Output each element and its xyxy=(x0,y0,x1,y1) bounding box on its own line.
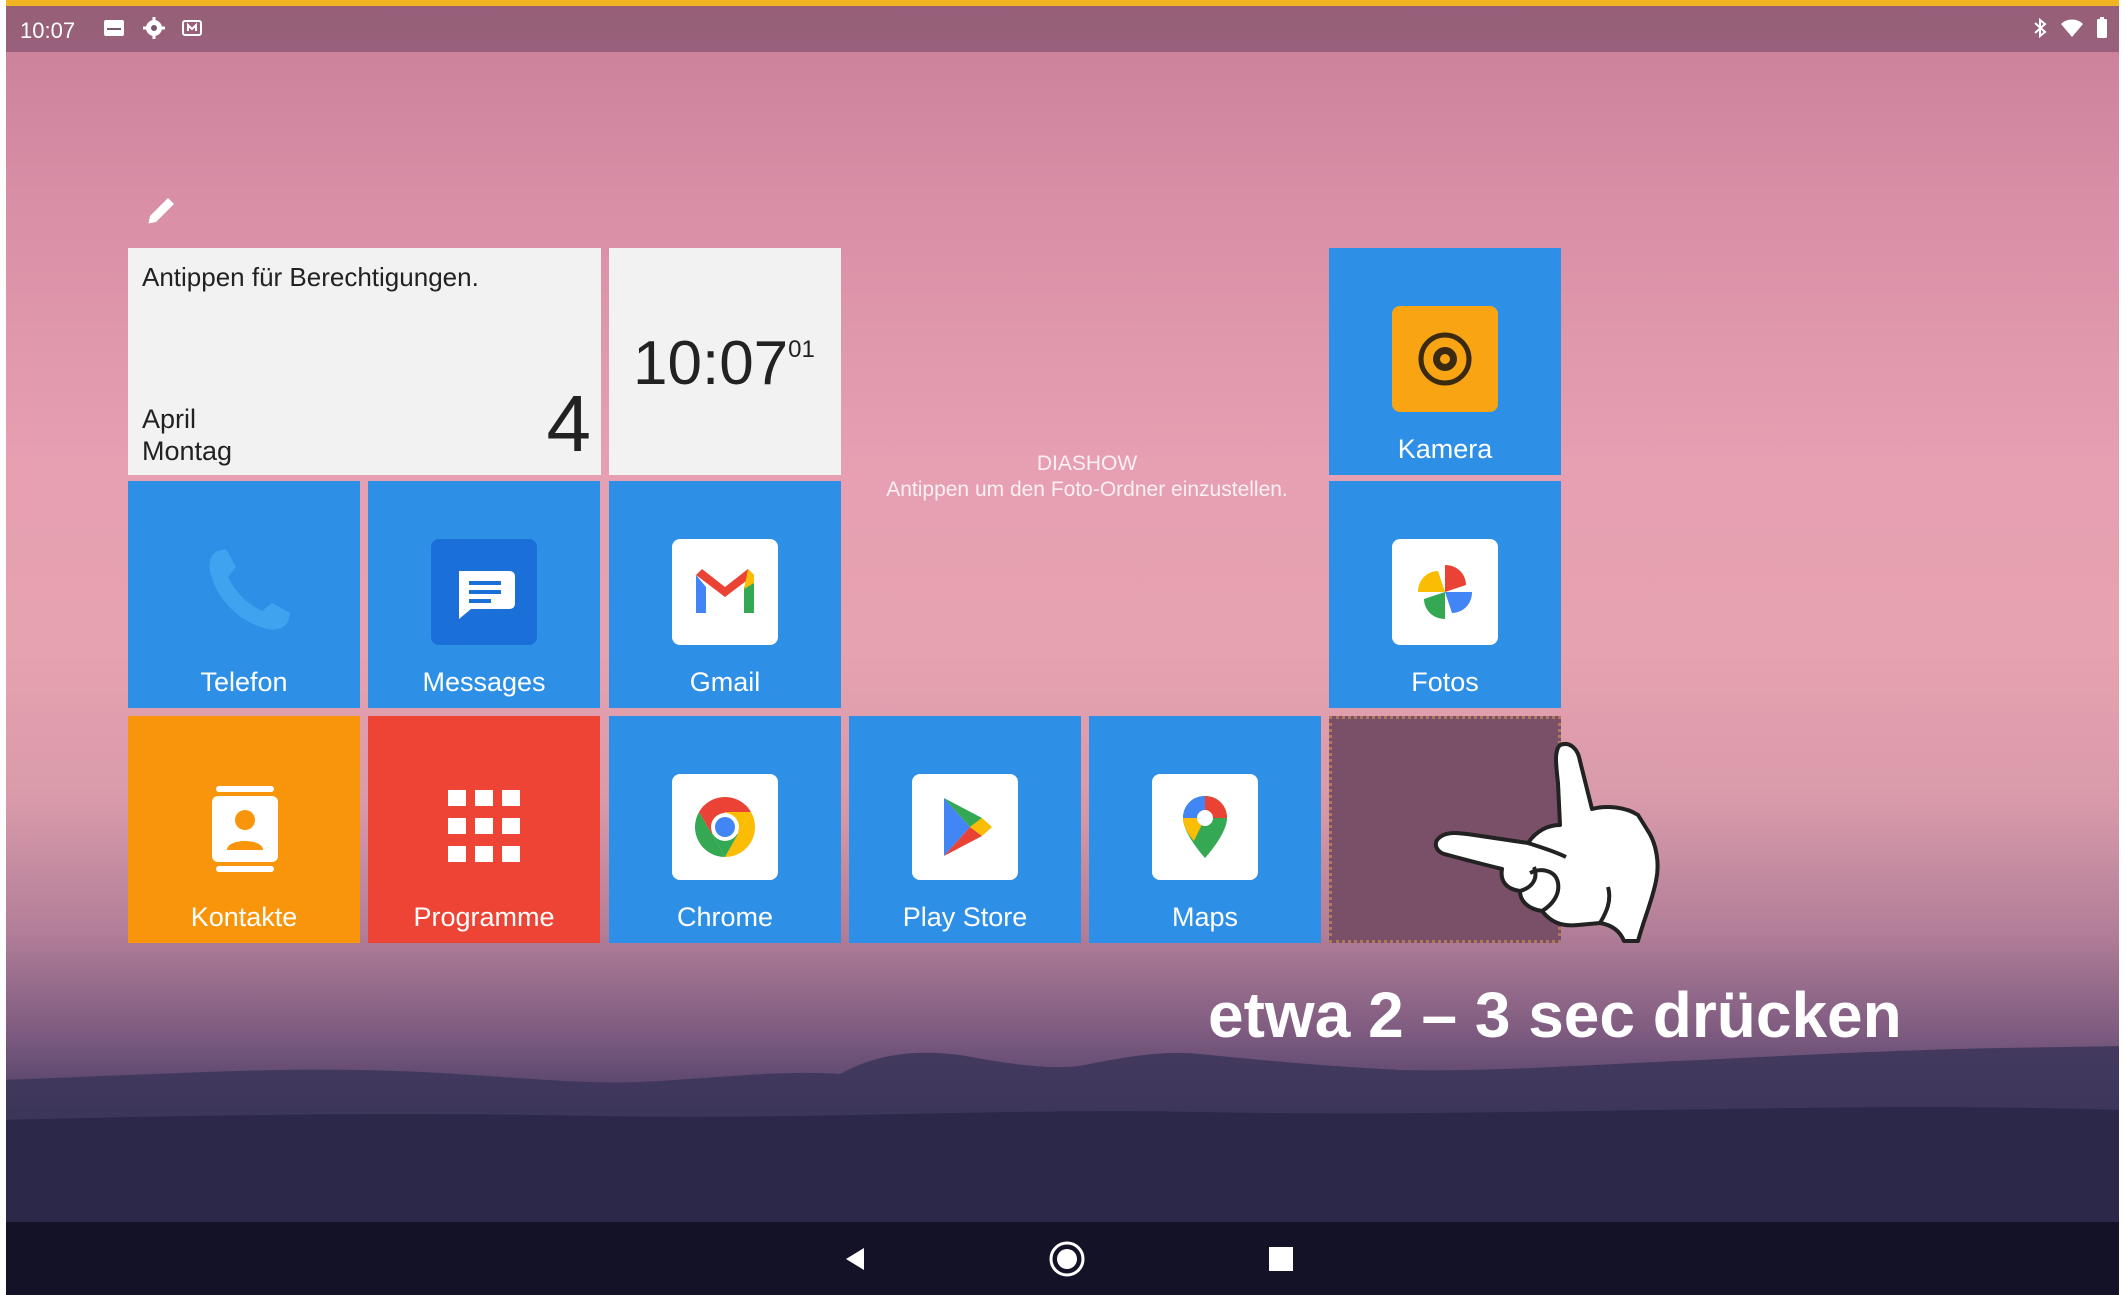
camera-icon xyxy=(1392,306,1498,412)
app-chrome[interactable]: Chrome xyxy=(609,716,841,943)
home-icon[interactable] xyxy=(1044,1236,1090,1282)
pointing-hand-icon xyxy=(1433,742,1660,943)
app-telefon[interactable]: Telefon xyxy=(128,481,360,708)
chrome-icon xyxy=(672,774,778,880)
gmail-icon xyxy=(672,539,778,645)
calendar-weekday: Montag xyxy=(142,436,233,466)
app-label: Maps xyxy=(1171,902,1239,932)
app-kontakte[interactable]: Kontakte xyxy=(128,716,360,943)
battery-icon xyxy=(2097,17,2107,38)
back-icon[interactable] xyxy=(832,1236,878,1282)
play-store-icon xyxy=(912,774,1018,880)
app-play-store[interactable]: Play Store xyxy=(849,716,1081,943)
calendar-day: 4 xyxy=(546,379,592,468)
navigation-bar xyxy=(6,1222,2119,1295)
status-bar: 10:07 xyxy=(6,6,2119,52)
app-label: Fotos xyxy=(1411,667,1479,697)
phone-icon xyxy=(209,549,290,630)
clock-time: 10:07 xyxy=(633,329,789,398)
slideshow-title: DIASHOW xyxy=(1036,452,1138,475)
app-messages[interactable]: Messages xyxy=(368,481,600,708)
app-label: Chrome xyxy=(676,902,774,932)
app-label: Kamera xyxy=(1397,434,1493,464)
home-screen: 10:07 Antippen für Berechtigungen. April… xyxy=(0,0,2125,1295)
cast-icon xyxy=(182,20,202,36)
app-drawer-grid-icon xyxy=(448,790,520,862)
slideshow-widget[interactable]: DIASHOW Antippen um den Foto-Ordner einz… xyxy=(849,248,1325,700)
frame-right-edge xyxy=(2119,0,2125,1295)
app-label: Play Store xyxy=(902,902,1028,932)
app-fotos[interactable]: Fotos xyxy=(1329,481,1561,708)
status-time: 10:07 xyxy=(20,18,76,43)
app-kamera[interactable]: Kamera xyxy=(1329,248,1561,475)
app-maps[interactable]: Maps xyxy=(1089,716,1321,943)
calendar-month: April xyxy=(142,404,197,434)
frame-left-edge xyxy=(0,0,6,1295)
app-programme[interactable]: Programme xyxy=(368,716,600,943)
instruction-text: etwa 2 – 3 sec drücken xyxy=(1208,979,1902,1051)
app-gmail[interactable]: Gmail xyxy=(609,481,841,708)
wifi-icon xyxy=(2061,19,2083,37)
calendar-widget[interactable]: Antippen für Berechtigungen. April Monta… xyxy=(128,248,601,475)
clock-seconds: 01 xyxy=(788,336,815,363)
app-label: Gmail xyxy=(689,667,761,697)
bluetooth-icon xyxy=(2034,17,2047,39)
gear-icon xyxy=(143,17,165,39)
app-label: Kontakte xyxy=(190,902,298,932)
maps-pin-icon xyxy=(1152,774,1258,880)
image-icon xyxy=(104,20,124,36)
app-label: Messages xyxy=(422,667,546,697)
clock-widget[interactable]: 10:0701 xyxy=(609,248,841,475)
edit-pencil-icon[interactable] xyxy=(144,192,180,228)
messages-icon xyxy=(431,539,537,645)
app-label: Programme xyxy=(413,902,555,932)
contacts-icon xyxy=(212,786,278,872)
recents-icon[interactable] xyxy=(1258,1236,1304,1282)
app-label: Telefon xyxy=(200,667,288,697)
permission-text: Antippen für Berechtigungen. xyxy=(142,262,479,292)
slideshow-hint: Antippen um den Foto-Ordner einzustellen… xyxy=(886,478,1288,501)
photos-pinwheel-icon xyxy=(1392,539,1498,645)
